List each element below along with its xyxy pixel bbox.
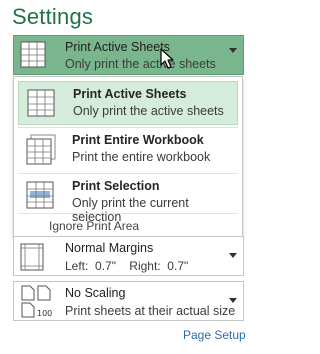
menu-item-label: Print Entire Workbook (72, 133, 204, 147)
active-sheets-icon (27, 89, 55, 117)
menu-item-print-selection[interactable]: Print Selection Only print the current s… (18, 174, 238, 224)
ignore-print-area-item[interactable]: Ignore Print Area (49, 219, 139, 233)
scaling-icon: 100 (21, 285, 52, 318)
mouse-pointer-icon (160, 48, 174, 69)
margins-label: Normal Margins (65, 241, 154, 255)
scaling-icon-text: 100 (37, 309, 52, 318)
selection-icon (26, 181, 54, 209)
chevron-down-icon (229, 253, 237, 258)
menu-item-label: Print Selection (72, 179, 160, 193)
menu-item-label: Print Active Sheets (73, 87, 187, 101)
print-what-selected-desc: Only print the active sheets (65, 57, 216, 71)
menu-item-print-active-sheets[interactable]: Print Active Sheets Only print the activ… (18, 81, 238, 125)
page-title: Settings (12, 4, 94, 29)
margins-icon (20, 243, 44, 271)
menu-item-print-entire-workbook[interactable]: Print Entire Workbook Print the entire w… (18, 128, 238, 172)
menu-divider (18, 213, 238, 214)
sheet-grid-icon (20, 41, 46, 68)
print-what-menu: Print Active Sheets Only print the activ… (13, 76, 243, 237)
page-setup-link[interactable]: Page Setup (183, 328, 246, 342)
menu-item-desc: Only print the active sheets (73, 104, 224, 118)
print-what-dropdown[interactable]: Print Active Sheets Only print the activ… (13, 35, 244, 75)
scaling-label: No Scaling (65, 286, 126, 300)
chevron-down-icon (229, 298, 237, 303)
margins-desc: Left: 0.7" Right: 0.7" (65, 259, 189, 273)
scaling-dropdown[interactable]: 100 No Scaling Print sheets at their act… (13, 281, 244, 321)
print-what-selected-label: Print Active Sheets (65, 40, 170, 54)
margins-dropdown[interactable]: Normal Margins Left: 0.7" Right: 0.7" (13, 236, 244, 276)
workbook-icon (26, 134, 56, 165)
scaling-desc: Print sheets at their actual size (65, 304, 236, 318)
chevron-down-icon (229, 48, 237, 53)
menu-item-desc: Print the entire workbook (72, 150, 211, 164)
